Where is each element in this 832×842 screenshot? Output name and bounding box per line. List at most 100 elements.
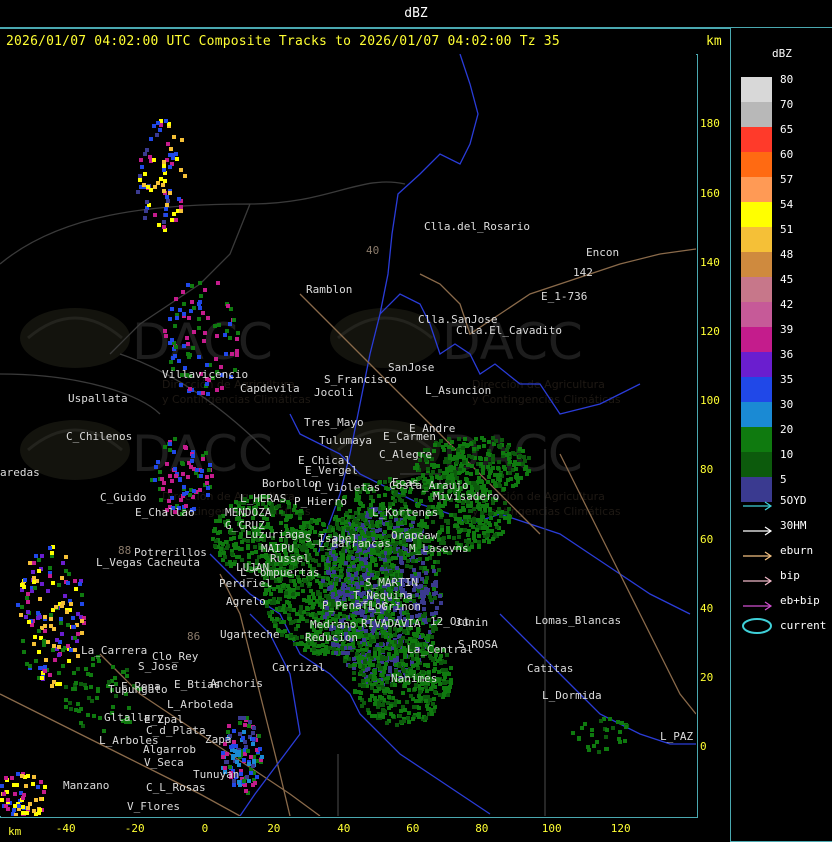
y-tick-label: 100 xyxy=(700,394,720,407)
x-tick-label: 40 xyxy=(337,822,351,835)
place-name-label: Russel xyxy=(270,552,310,565)
legend-label: 48 xyxy=(780,248,794,261)
place-name-label: Tupungato xyxy=(108,683,168,696)
place-name-label: S_Jose xyxy=(138,660,178,673)
legend-label: 10 xyxy=(780,448,794,461)
place-name-label: L_Kortenes xyxy=(372,506,438,519)
place-name-label: Mivisadero xyxy=(433,490,499,503)
place-name-label: V_Flores xyxy=(127,800,180,813)
legend-swatch xyxy=(741,277,772,302)
legend-swatch xyxy=(741,327,772,352)
place-name-label: C_Chilenos xyxy=(66,430,132,443)
x-tick-label: 80 xyxy=(475,822,489,835)
place-name-label: Lomas_Blancas xyxy=(535,614,621,627)
track-legend-label: 30HM xyxy=(780,519,807,532)
place-name-label: E_Vergel xyxy=(305,464,358,477)
y-tick-label: 160 xyxy=(700,187,720,200)
place-name-label: 40 xyxy=(366,244,379,257)
place-name-label: Catitas xyxy=(527,662,573,675)
track-arrow-icon xyxy=(741,571,773,586)
legend-swatch xyxy=(741,177,772,202)
place-name-label: Reducion xyxy=(305,631,358,644)
y-tick-label: 60 xyxy=(700,533,714,546)
place-name-label: Ecas xyxy=(392,476,419,489)
track-legend-label: eburn xyxy=(780,544,814,557)
place-name-label: Manzano xyxy=(63,779,109,792)
place-name-label: S_MARTIN xyxy=(365,576,418,589)
legend-swatch xyxy=(741,152,772,177)
place-name-label: E_Carmen xyxy=(383,430,436,443)
boundary-line xyxy=(499,613,696,745)
place-name-label: Perdriel xyxy=(219,577,272,590)
legend-label: 70 xyxy=(780,98,794,111)
boundary-line xyxy=(239,613,301,816)
place-name-label: C_L_Rosas xyxy=(146,781,206,794)
y-tick-label: 40 xyxy=(700,602,714,615)
legend-label: 60 xyxy=(780,148,794,161)
place-name-label: Tunuyan xyxy=(193,768,239,781)
place-name-label: L_Dormida xyxy=(542,689,602,702)
legend-swatch xyxy=(741,352,772,377)
radar-map-canvas: DACCDirección de Agriculturay Contingenc… xyxy=(0,54,696,816)
place-name-label: L_Grinon xyxy=(368,600,421,613)
y-tick-label: 140 xyxy=(700,256,720,269)
legend-label: 39 xyxy=(780,323,794,336)
x-tick-label: 120 xyxy=(610,822,631,835)
place-name-label: Capdevila xyxy=(240,382,300,395)
place-name-label: Cacheuta xyxy=(147,556,200,569)
radar-map[interactable]: DACC Dirección de Agricultura y Contingenc… xyxy=(0,54,696,816)
place-name-label: Clla.El_Cavadito xyxy=(456,324,562,337)
place-name-label: S_ROSA xyxy=(458,638,498,651)
place-name-label: E_1-736 xyxy=(541,290,587,303)
place-name-label: E_Challao xyxy=(135,506,195,519)
place-name-label: Zapa xyxy=(205,733,232,746)
legend-label: 20 xyxy=(780,423,794,436)
place-name-label: La_Carrera xyxy=(81,644,147,657)
place-name-label: 12_Oct xyxy=(430,615,470,628)
y-tick-label: 20 xyxy=(700,671,714,684)
x-tick-label: -20 xyxy=(124,822,145,835)
km-unit-label-top: km xyxy=(706,34,722,49)
legend-label: 54 xyxy=(780,198,794,211)
legend-label: 57 xyxy=(780,173,794,186)
title-divider xyxy=(0,28,730,29)
place-name-label: Borbollon xyxy=(262,477,322,490)
track-arrow-icon xyxy=(741,496,773,511)
legend-swatch xyxy=(741,377,772,402)
legend-label: 30 xyxy=(780,398,794,411)
current-position-ellipse-icon xyxy=(741,617,773,637)
legend-label: 5 xyxy=(780,473,787,486)
place-name-label: Orapeaw xyxy=(391,529,438,542)
legend-label: 35 xyxy=(780,373,794,386)
x-tick-label: -40 xyxy=(55,822,76,835)
place-name-label: RIVADAVIA xyxy=(361,617,421,630)
place-name-label: 88 xyxy=(118,544,131,557)
place-name-label: Tres_Mayo xyxy=(304,416,364,429)
place-name-label: Agrelo xyxy=(226,595,266,608)
track-arrow-icon xyxy=(741,596,773,611)
place-name-label: Luzuriaga xyxy=(245,528,305,541)
legend-title: dBZ xyxy=(772,47,792,60)
track-legend-label: bip xyxy=(780,569,800,582)
track-arrow-icon xyxy=(741,521,773,536)
place-name-label: L_Barrancas xyxy=(318,537,391,550)
legend-swatch xyxy=(741,427,772,452)
place-name-label: Encon xyxy=(586,246,619,259)
x-tick-label: 20 xyxy=(267,822,281,835)
place-name-label: C_d_Plata xyxy=(146,724,206,737)
legend-label: 45 xyxy=(780,273,794,286)
place-name-label: C_Guido xyxy=(100,491,146,504)
map-title: 2026/01/07 04:02:00 UTC Composite Tracks… xyxy=(6,34,560,49)
place-name-label: Uspallata xyxy=(68,392,128,405)
place-name-label: L_PAZ xyxy=(660,730,693,743)
track-legend-label: eb+bip xyxy=(780,594,820,607)
x-tick-label: 0 xyxy=(201,822,209,835)
legend-label: 65 xyxy=(780,123,794,136)
place-name-label: Algarrob xyxy=(143,743,196,756)
place-name-label: M_Lasevns xyxy=(409,542,469,555)
y-tick-label: 180 xyxy=(700,117,720,130)
place-name-label: C_Alegre xyxy=(379,448,432,461)
place-name-label: Ugarteche xyxy=(220,628,280,641)
legend-label: 42 xyxy=(780,298,794,311)
window-header: dBZ xyxy=(0,0,832,28)
